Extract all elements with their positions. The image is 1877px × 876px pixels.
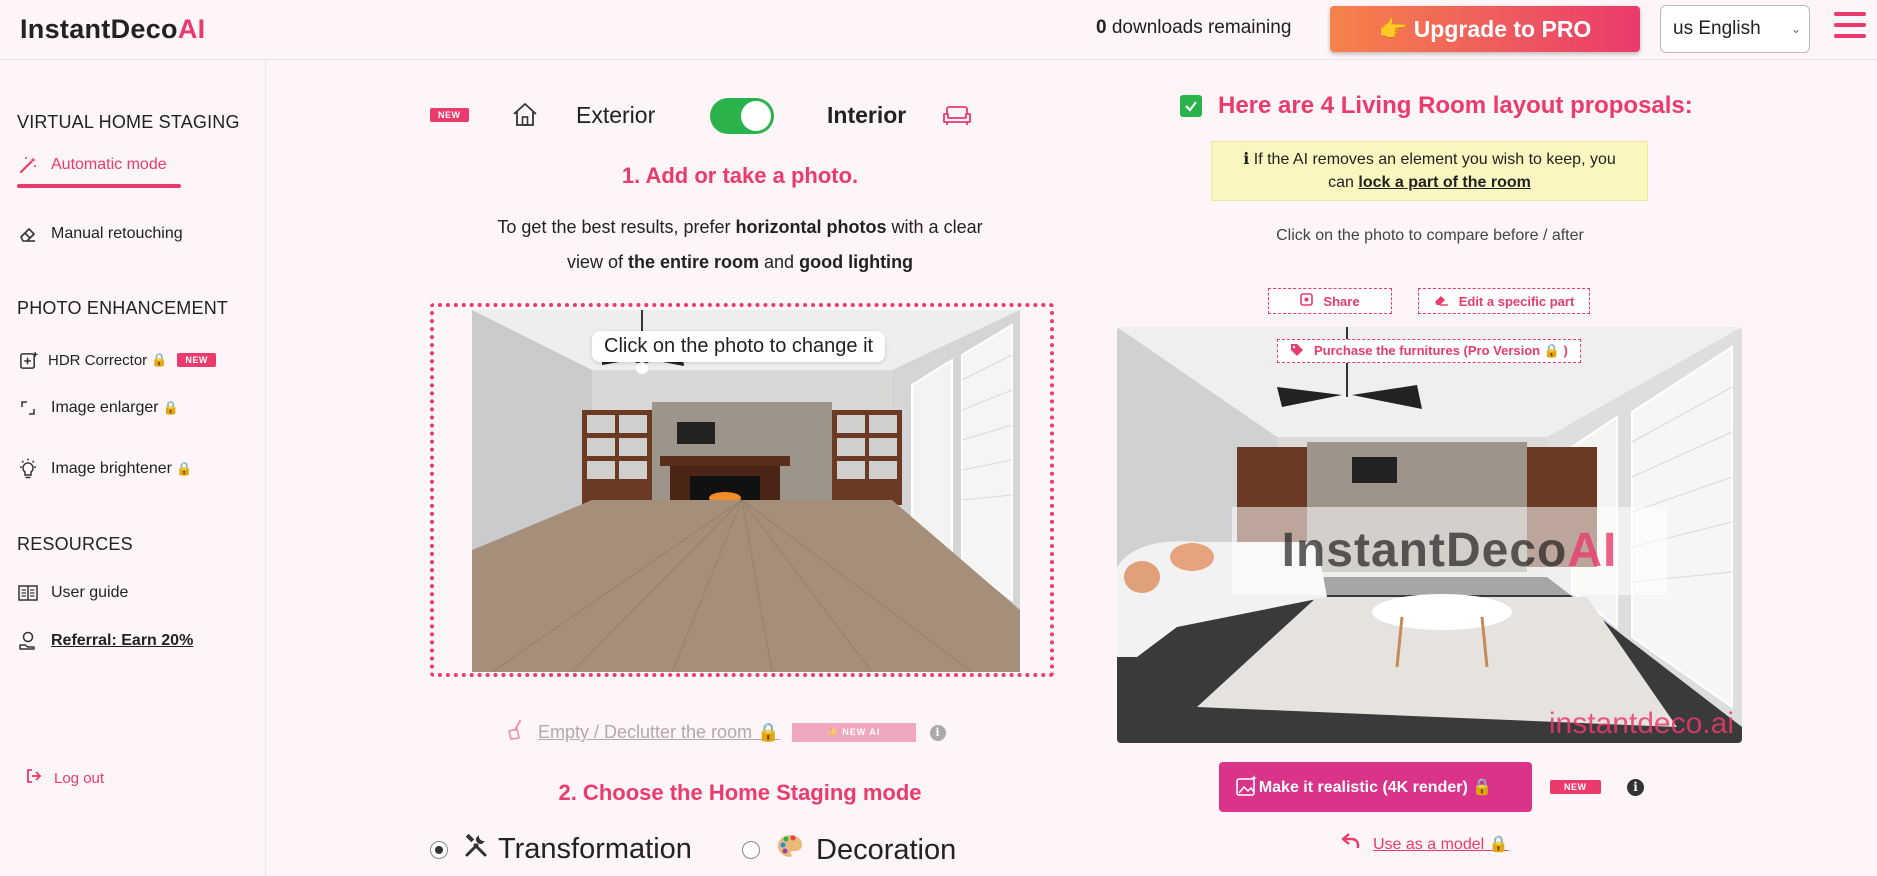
sidebar-item-referral[interactable]: Referral: Earn 20% [17, 630, 193, 652]
declutter-option[interactable]: Empty / Declutter the room 🔒 ✨ NEW AI i [506, 720, 946, 745]
step1-title: 1. Add or take a photo. [621, 163, 859, 188]
chevron-down-icon: ⌄ [1790, 22, 1801, 36]
sidebar: VIRTUAL HOME STAGING Automatic mode Manu… [0, 60, 266, 876]
new-badge: NEW [430, 108, 469, 122]
purchase-furnitures-button[interactable]: Purchase the furnitures (Pro Version 🔒 ) [1277, 339, 1581, 363]
info-icon[interactable]: i [929, 724, 946, 741]
info-icon[interactable]: i [1627, 779, 1644, 796]
sidebar-item-image-enlarger[interactable]: Image enlarger 🔒 [17, 397, 179, 419]
lock-icon: 🔒 [175, 461, 193, 476]
hamburger-menu-icon[interactable] [1834, 12, 1866, 40]
add-image-icon [17, 349, 39, 371]
eraser-icon [17, 223, 39, 245]
language-select[interactable]: us English ⌄ [1660, 5, 1810, 53]
toggle-knob [741, 101, 771, 131]
share-icon [1300, 293, 1314, 309]
expand-icon [17, 397, 39, 419]
transformation-label: Transformation [498, 833, 692, 865]
new-badge: NEW [177, 353, 216, 367]
sidebar-item-image-brightener[interactable]: Image brightener 🔒 [17, 458, 192, 480]
tag-icon [1290, 343, 1304, 360]
app-logo[interactable]: InstantDecoAI [20, 14, 205, 45]
mode-decoration-option[interactable]: Decoration [742, 833, 956, 867]
sofa-icon[interactable] [942, 104, 972, 131]
check-icon [1180, 95, 1202, 117]
exterior-label[interactable]: Exterior [576, 102, 655, 129]
sidebar-item-automatic-mode[interactable]: Automatic mode [17, 154, 167, 176]
share-button[interactable]: Share [1268, 288, 1392, 314]
proposals-title: Here are 4 Living Room layout proposals: [1180, 92, 1693, 120]
downloads-count: 0 [1096, 17, 1107, 38]
language-value: us English [1673, 18, 1761, 39]
magic-wand-icon [17, 154, 39, 176]
section-heading-resources: RESOURCES [17, 534, 133, 554]
watermark: InstantDecoAI [1232, 507, 1667, 595]
sidebar-item-label: User guide [51, 584, 129, 601]
downloads-text: downloads remaining [1111, 17, 1292, 38]
sidebar-item-label: Image enlarger [51, 399, 159, 416]
photo-upload-zone[interactable]: Click on the photo to change it [430, 303, 1054, 677]
use-as-model-link[interactable]: Use as a model 🔒 [1341, 832, 1509, 855]
proposals-title-text: Here are 4 Living Room layout proposals: [1218, 92, 1693, 119]
coin-hand-icon [17, 630, 39, 652]
sidebar-item-label: Manual retouching [51, 225, 183, 242]
new-ai-badge: ✨ NEW AI [791, 723, 916, 742]
sidebar-item-label: Automatic mode [51, 156, 167, 173]
house-icon[interactable] [511, 102, 539, 133]
section-heading-staging: VIRTUAL HOME STAGING [17, 112, 240, 132]
eraser-icon [1434, 293, 1449, 309]
section-heading-enhancement: PHOTO ENHANCEMENT [17, 298, 229, 318]
downloads-remaining: 0 downloads remaining [1096, 17, 1291, 39]
decoration-radio[interactable] [742, 841, 760, 859]
sidebar-item-label: Referral: Earn 20% [51, 632, 194, 649]
make-realistic-button[interactable]: Make it realistic (4K render) 🔒 [1219, 762, 1532, 812]
edit-specific-part-button[interactable]: Edit a specific part [1418, 288, 1590, 314]
declutter-label[interactable]: Empty / Declutter the room 🔒 [538, 722, 780, 743]
uploaded-room-photo[interactable]: Click on the photo to change it [472, 310, 1020, 672]
palette-icon [776, 833, 804, 867]
compare-hint: Click on the photo to compare before / a… [1276, 227, 1584, 244]
decoration-label: Decoration [816, 833, 957, 866]
lock-info-box: ℹ If the AI removes an element you wish … [1211, 141, 1648, 201]
sparkle-image-icon [1235, 774, 1259, 803]
exterior-interior-switch-row: NEW Exterior Interior [428, 96, 971, 136]
active-indicator [17, 184, 181, 188]
lock-icon: 🔒 [162, 400, 179, 415]
sidebar-item-label: HDR Corrector [48, 351, 148, 369]
lock-icon: 🔒 [151, 352, 168, 367]
sidebar-item-user-guide[interactable]: User guide [17, 582, 128, 604]
top-header: InstantDecoAI 0 downloads remaining 👉 Up… [0, 0, 1877, 60]
exterior-interior-toggle[interactable] [710, 98, 774, 134]
logout-link[interactable]: Log out [26, 768, 104, 788]
sidebar-item-label: Image brightener [51, 460, 172, 477]
logout-icon [26, 768, 42, 788]
mode-transformation-option[interactable]: Transformation [430, 833, 692, 866]
change-photo-tooltip: Click on the photo to change it [592, 331, 886, 362]
logout-label: Log out [54, 769, 105, 787]
step2-title: 2. Choose the Home Staging mode [558, 780, 922, 805]
new-badge: NEW [1550, 780, 1601, 794]
sidebar-item-hdr-corrector[interactable]: HDR Corrector 🔒 NEW [17, 349, 216, 371]
broom-icon [506, 720, 524, 745]
photo-tips: To get the best results, prefer horizont… [497, 217, 983, 272]
lightbulb-icon [17, 458, 39, 480]
book-icon [17, 582, 39, 604]
tools-icon [464, 833, 488, 866]
reply-arrow-icon [1341, 832, 1361, 855]
result-room-photo[interactable]: Purchase the furnitures (Pro Version 🔒 )… [1117, 327, 1742, 743]
upgrade-to-pro-button[interactable]: 👉 Upgrade to PRO [1330, 6, 1640, 52]
transformation-radio[interactable] [430, 840, 448, 859]
lock-room-link[interactable]: lock a part of the room [1358, 174, 1530, 191]
interior-label[interactable]: Interior [827, 102, 906, 129]
sidebar-item-manual-retouching[interactable]: Manual retouching [17, 223, 183, 245]
watermark-url: instantdeco.ai [1548, 707, 1734, 740]
